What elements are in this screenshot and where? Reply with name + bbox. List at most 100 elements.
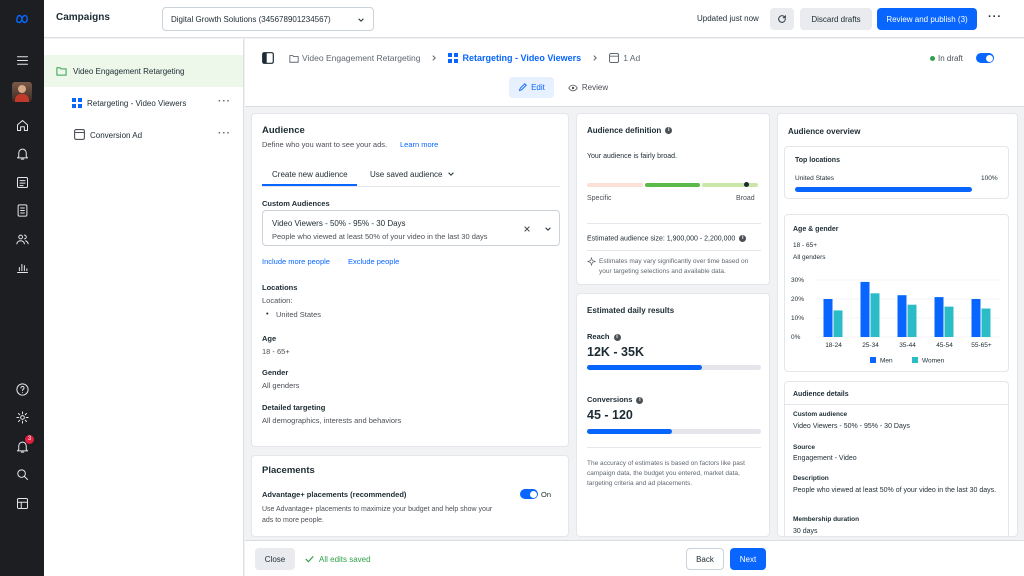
more-options-icon[interactable]: ··· <box>218 96 231 107</box>
source-value: Engagement - Video <box>793 455 857 462</box>
age-range: 18 - 65+ <box>793 242 818 249</box>
tree-item-campaign[interactable]: Video Engagement Retargeting <box>44 55 243 87</box>
description-value: People who viewed at least 50% of your v… <box>793 487 997 494</box>
learn-more-link[interactable]: Learn more <box>400 140 438 149</box>
breadcrumb-ad[interactable]: 1 Ad <box>623 53 640 63</box>
toggle-sidebar-button[interactable] <box>259 50 277 66</box>
info-icon[interactable]: i <box>613 333 621 341</box>
bell-icon[interactable] <box>12 143 32 163</box>
placements-description: Use Advantage+ placements to maximize yo… <box>262 506 493 524</box>
breadcrumb-campaign[interactable]: Video Engagement Retargeting <box>302 53 420 63</box>
table-icon[interactable] <box>12 493 32 513</box>
pages-icon[interactable] <box>12 200 32 220</box>
bar-men-35-44 <box>897 295 907 337</box>
home-icon[interactable] <box>12 115 32 135</box>
membership-duration-value: 30 days <box>793 528 818 535</box>
y-tick-label: 30% <box>791 277 804 284</box>
custom-audience-value: Video Viewers - 50% - 95% - 30 Days <box>793 423 910 430</box>
legend-swatch-men <box>870 357 876 363</box>
menu-icon[interactable] <box>12 50 32 70</box>
tab-create-new-audience[interactable]: Create new audience <box>272 170 348 179</box>
audience-definition-title: Audience definition i <box>587 126 673 135</box>
tree-item-ad[interactable]: Conversion Ad ··· <box>44 119 243 151</box>
chevron-down-icon[interactable] <box>544 225 552 233</box>
more-options-icon[interactable]: ··· <box>218 128 231 139</box>
search-icon[interactable] <box>12 464 32 484</box>
legend-label-women: Women <box>922 358 945 365</box>
back-button[interactable]: Back <box>686 548 724 570</box>
notifications-bell-icon[interactable]: 3 <box>12 435 34 456</box>
refresh-button[interactable] <box>770 8 794 30</box>
meta-logo-icon[interactable] <box>12 9 32 29</box>
tab-review[interactable]: Review <box>563 77 613 98</box>
include-more-people-link[interactable]: Include more people <box>262 257 330 266</box>
draft-toggle[interactable] <box>976 53 994 63</box>
estimate-note: Estimates may vary significantly over ti… <box>599 258 749 275</box>
y-tick-label: 10% <box>791 315 804 322</box>
source-label: Source <box>793 444 816 451</box>
bar-men-25-34 <box>860 281 870 337</box>
bar-men-18-24 <box>823 299 833 337</box>
divider <box>587 250 761 251</box>
x-tick-label: 35-44 <box>899 342 916 349</box>
sidebar-panel-icon <box>262 52 274 64</box>
chevron-right-icon <box>432 55 437 61</box>
audiences-icon[interactable] <box>12 229 32 249</box>
campaigns-icon[interactable] <box>12 172 32 192</box>
custom-audience-desc: People who viewed at least 50% of your v… <box>272 232 488 241</box>
audience-breadth-status: Your audience is fairly broad. <box>587 153 678 160</box>
close-icon[interactable] <box>523 225 531 233</box>
info-icon[interactable]: i <box>665 127 673 135</box>
tabs-divider <box>262 186 560 187</box>
audience-description: Define who you want to see your ads. <box>262 140 388 149</box>
tab-use-saved-audience[interactable]: Use saved audience <box>370 170 443 179</box>
detailed-targeting-value: All demographics, interests and behavior… <box>262 416 402 425</box>
avatar[interactable] <box>12 82 32 102</box>
left-rail: 3 <box>0 0 44 576</box>
daily-results-panel: Estimated daily results Reach i 12K - 35K… <box>576 293 770 537</box>
more-options-icon[interactable]: ··· <box>988 11 1002 23</box>
bar-men-55-65+ <box>971 299 981 337</box>
draft-status-dot <box>930 56 935 61</box>
info-icon[interactable]: i <box>636 396 644 404</box>
genders: All genders <box>793 254 826 261</box>
membership-duration-label: Membership duration <box>793 516 860 523</box>
breadcrumb: Video Engagement Retargeting Retargeting… <box>289 53 640 63</box>
tab-edit[interactable]: Edit <box>509 77 554 98</box>
reports-icon[interactable] <box>12 257 32 277</box>
info-icon[interactable]: i <box>739 235 747 242</box>
estimate-accuracy-note: The accuracy of estimates is based on fa… <box>587 460 745 487</box>
pencil-icon <box>518 83 527 92</box>
reach-bar-fill <box>587 365 702 370</box>
gender-label: Gender <box>262 368 289 377</box>
audience-panel: Audience Define who you want to see your… <box>251 113 569 447</box>
custom-audience-field[interactable]: Video Viewers - 50% - 95% - 30 Days Peop… <box>262 210 560 246</box>
detailed-targeting-label: Detailed targeting <box>262 403 326 412</box>
next-button[interactable]: Next <box>730 548 766 570</box>
gauge-indicator <box>744 182 749 187</box>
help-icon[interactable] <box>12 379 32 399</box>
footer-bar: Close All edits saved Back Next <box>245 540 1024 576</box>
campaign-tree: Video Engagement Retargeting Retargeting… <box>44 39 244 576</box>
review-publish-button[interactable]: Review and publish (3) <box>877 8 977 30</box>
bar-women-18-24 <box>833 310 843 337</box>
location-bullet: • <box>266 309 269 318</box>
update-status: Updated just now <box>697 14 759 23</box>
divider <box>587 223 761 224</box>
account-select[interactable]: Digital Growth Solutions (34567890123456… <box>162 7 374 31</box>
advantage-placements-toggle[interactable] <box>520 489 538 499</box>
checkmark-icon <box>305 555 314 563</box>
reach-bar <box>587 365 761 370</box>
folder-icon <box>289 54 299 63</box>
breadcrumb-adset[interactable]: Retargeting - Video Viewers <box>462 53 581 63</box>
refresh-icon <box>778 15 786 23</box>
description-label: Description <box>793 475 829 482</box>
account-select-value: Digital Growth Solutions (34567890123456… <box>171 15 331 24</box>
discard-drafts-button[interactable]: Discard drafts <box>800 8 872 30</box>
exclude-people-link[interactable]: Exclude people <box>348 257 399 266</box>
close-button[interactable]: Close <box>255 548 295 570</box>
locations-label: Locations <box>262 283 298 292</box>
save-status: All edits saved <box>319 555 371 564</box>
settings-gear-icon[interactable] <box>12 407 32 427</box>
tree-item-adset[interactable]: Retargeting - Video Viewers ··· <box>44 87 243 119</box>
